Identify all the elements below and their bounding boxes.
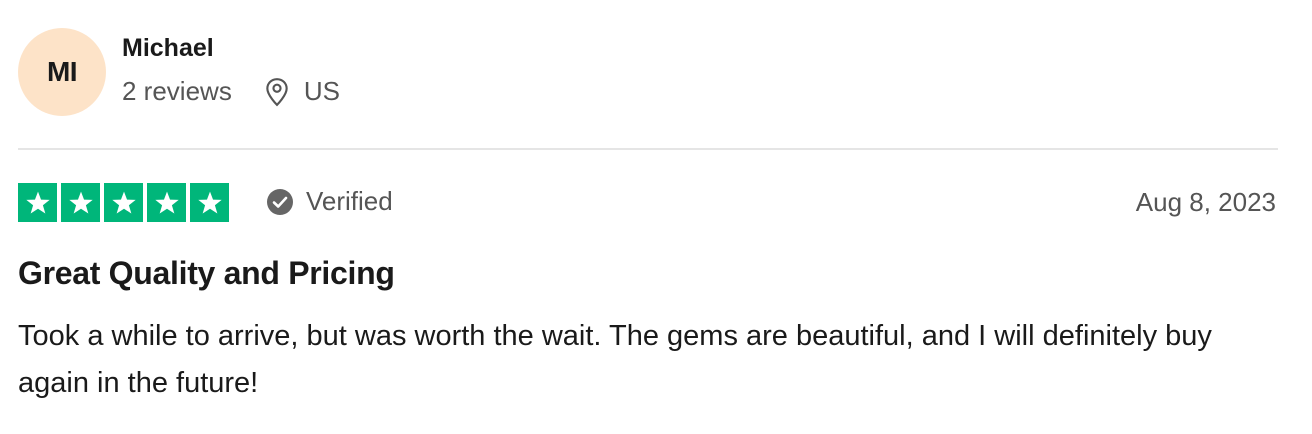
- star-icon: [147, 183, 186, 222]
- reviewer-name[interactable]: Michael: [122, 34, 214, 63]
- review-title[interactable]: Great Quality and Pricing: [18, 255, 395, 292]
- review-card: MI Michael 2 reviews US Verified Aug 8, …: [0, 0, 1312, 434]
- location-pin-icon: [266, 77, 288, 106]
- reviewer-location: US: [264, 76, 340, 107]
- verified-badge[interactable]: Verified: [266, 186, 393, 217]
- star-icon: [18, 183, 57, 222]
- star-rating: [18, 183, 229, 222]
- review-date: Aug 8, 2023: [1135, 187, 1276, 217]
- review-body: Took a while to arrive, but was worth th…: [18, 320, 1212, 399]
- reviewer-meta: 2 reviews US: [122, 76, 340, 107]
- avatar[interactable]: MI: [18, 28, 106, 116]
- location-label: US: [303, 76, 340, 106]
- star-icon: [104, 183, 143, 222]
- verified-label: Verified: [306, 186, 393, 216]
- star-icon: [61, 183, 100, 222]
- star-icon: [190, 183, 229, 222]
- avatar-initials: MI: [46, 56, 78, 87]
- reviews-count: 2 reviews: [122, 76, 232, 106]
- divider: [18, 148, 1278, 150]
- check-circle-icon: [267, 188, 293, 215]
